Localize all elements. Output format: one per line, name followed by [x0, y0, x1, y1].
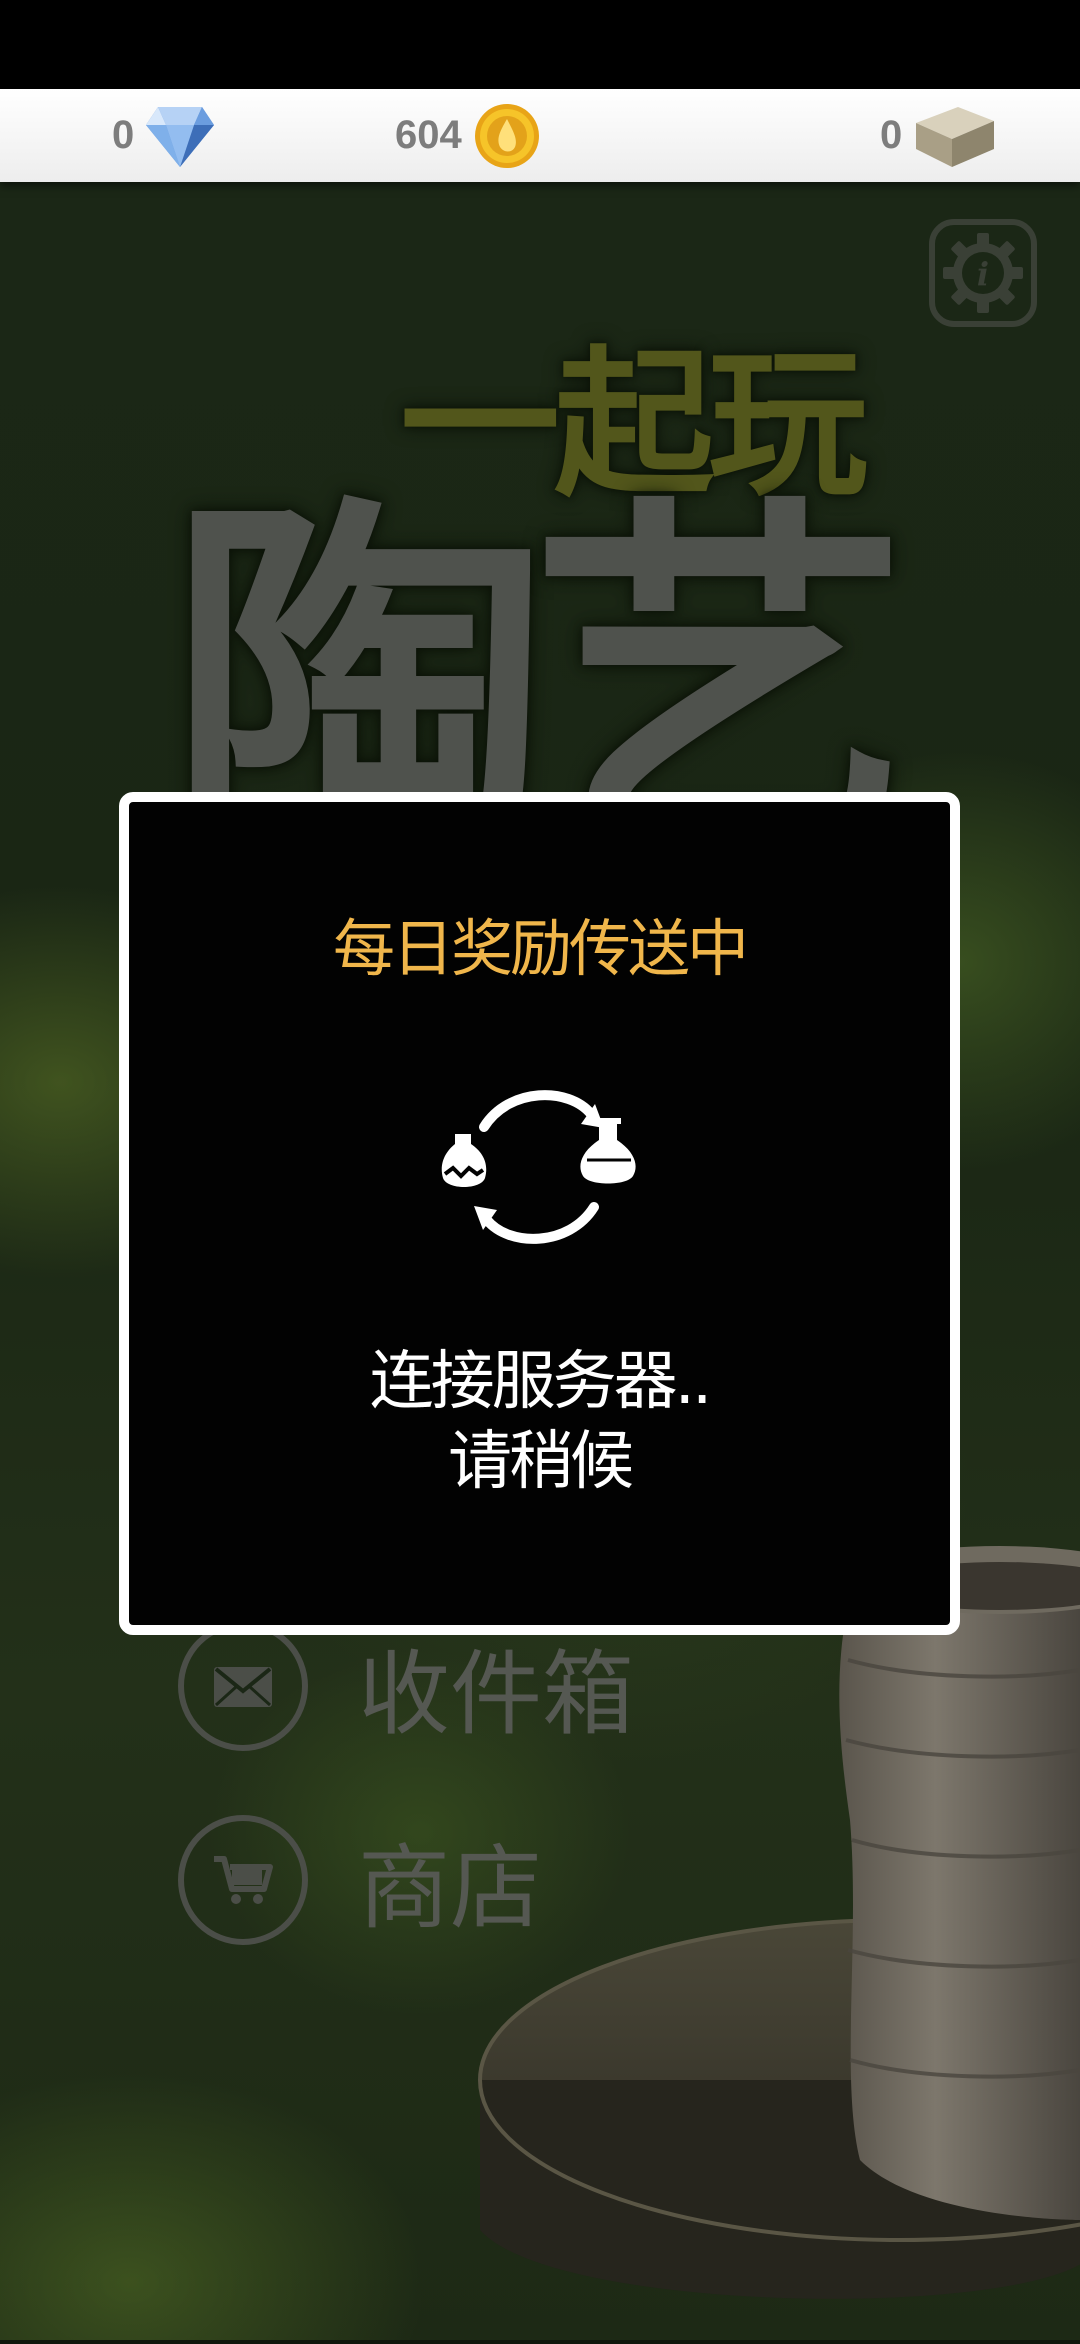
gems-count: 0: [112, 113, 135, 157]
envelope-icon: [178, 1621, 308, 1751]
clay-count: 0: [880, 113, 903, 157]
status-bar: [0, 0, 1080, 89]
menu-item-shop[interactable]: 商店: [178, 1814, 542, 1946]
clay-block-icon: [912, 101, 998, 171]
diamond-icon: [144, 103, 216, 169]
dialog-message-line-2: 请稍候: [448, 1425, 634, 1499]
sync-pottery-icon: [439, 1082, 639, 1252]
dialog-title: 每日奖励传送中: [332, 912, 749, 985]
daily-reward-dialog: 每日奖励传送中 连接服务器.. 请稍候: [119, 792, 960, 1635]
coins-count: 604: [395, 113, 462, 157]
resource-bar: 0 604 0: [0, 89, 1080, 182]
gems-counter[interactable]: 0: [112, 89, 216, 182]
coin-icon: [472, 101, 542, 171]
dialog-message: 连接服务器.. 请稍候: [129, 1342, 950, 1502]
coins-counter[interactable]: 604: [395, 89, 542, 182]
menu-label-inbox: 收件箱: [358, 1640, 635, 1748]
dialog-message-line-1: 连接服务器..: [369, 1345, 713, 1419]
menu-item-inbox[interactable]: 收件箱: [178, 1620, 634, 1752]
settings-info-button[interactable]: i: [928, 218, 1038, 328]
menu-label-shop: 商店: [358, 1834, 543, 1942]
cart-icon: [178, 1815, 308, 1945]
clay-counter[interactable]: 0: [880, 89, 998, 182]
gear-info-icon: i: [928, 219, 1038, 332]
svg-text:i: i: [977, 255, 989, 293]
